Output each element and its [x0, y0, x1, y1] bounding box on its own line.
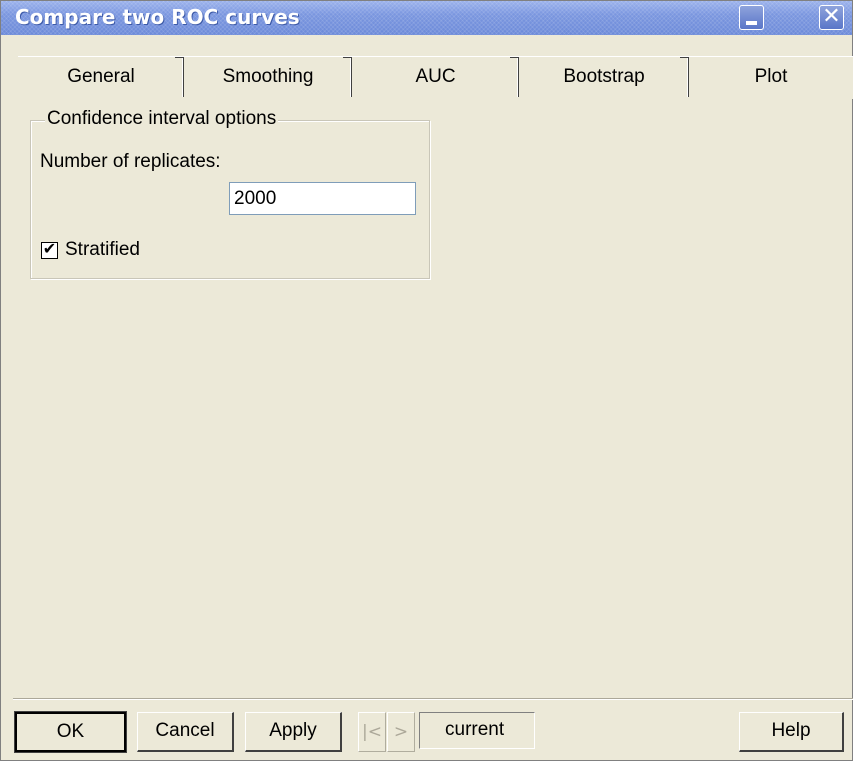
replicates-input[interactable] [229, 182, 416, 215]
cancel-button[interactable]: Cancel [137, 712, 234, 752]
check-icon: ✔ [42, 239, 57, 258]
close-button[interactable]: ✕ [819, 4, 844, 30]
stratified-checkbox[interactable]: ✔ [41, 239, 58, 259]
current-indicator: current [419, 712, 535, 749]
previous-button[interactable]: |< [358, 712, 386, 752]
ok-button[interactable]: OK [14, 711, 127, 753]
minimize-button[interactable] [739, 5, 764, 30]
footer-divider [13, 698, 853, 699]
dialog-window: Compare two ROC curves ✕ General Smoothi… [0, 0, 853, 761]
title-bar[interactable]: Compare two ROC curves ✕ [1, 1, 852, 35]
tab-plot[interactable]: Plot [689, 57, 853, 99]
tab-smoothing[interactable]: Smoothing [184, 57, 352, 99]
tab-auc[interactable]: AUC [352, 57, 519, 99]
replicates-label: Number of replicates: [40, 151, 221, 172]
next-button[interactable]: > [387, 712, 415, 752]
close-icon: ✕ [822, 4, 841, 29]
tab-general[interactable]: General [18, 57, 184, 99]
group-legend: Confidence interval options [45, 108, 279, 130]
tab-bootstrap[interactable]: Bootstrap [519, 57, 689, 99]
apply-button[interactable]: Apply [245, 712, 342, 752]
stratified-label[interactable]: Stratified [65, 239, 140, 261]
window-title: Compare two ROC curves [15, 5, 300, 29]
help-button[interactable]: Help [739, 712, 844, 752]
